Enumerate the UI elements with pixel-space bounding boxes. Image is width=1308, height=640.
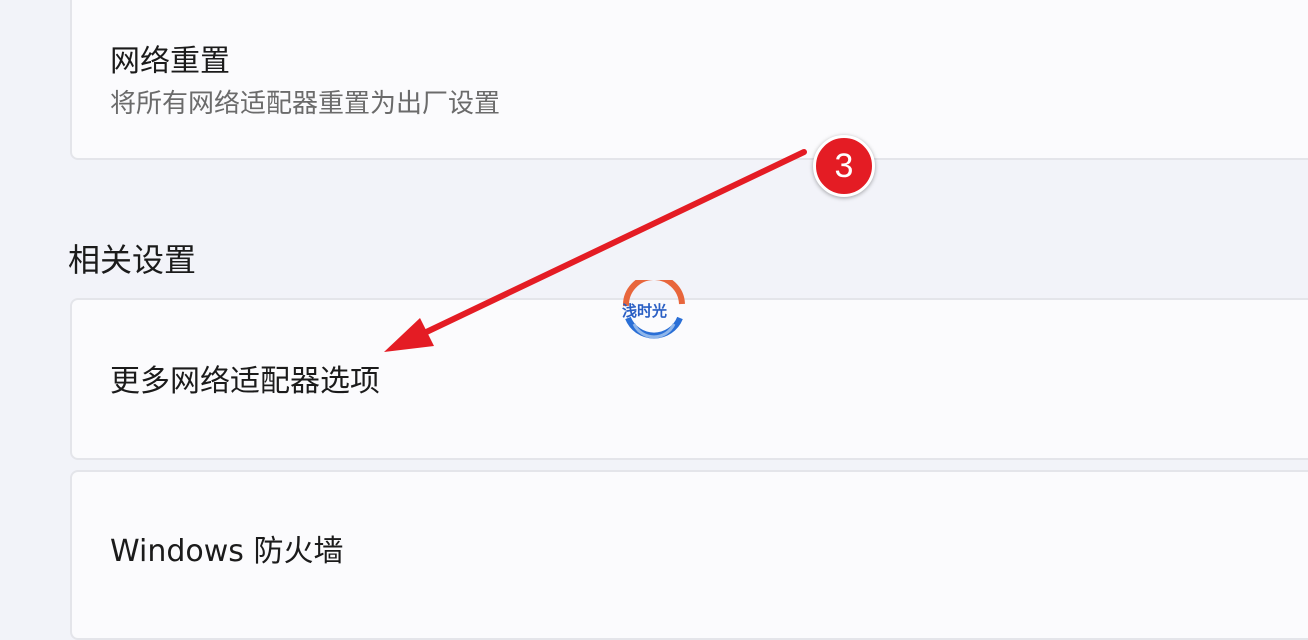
network-reset-card[interactable]: 网络重置 将所有网络适配器重置为出厂设置: [70, 0, 1308, 160]
related-settings-heading: 相关设置: [68, 241, 197, 279]
network-reset-title: 网络重置: [110, 44, 230, 79]
windows-firewall-card[interactable]: Windows 防火墙: [70, 470, 1308, 640]
windows-firewall-label: Windows 防火墙: [110, 534, 344, 569]
watermark-text: 浅时光: [622, 302, 668, 320]
network-reset-description: 将所有网络适配器重置为出厂设置: [110, 89, 501, 119]
more-network-adapter-options-label: 更多网络适配器选项: [110, 364, 380, 399]
watermark-logo: 浅时光: [618, 274, 690, 342]
step-number-badge: 3: [813, 135, 875, 197]
